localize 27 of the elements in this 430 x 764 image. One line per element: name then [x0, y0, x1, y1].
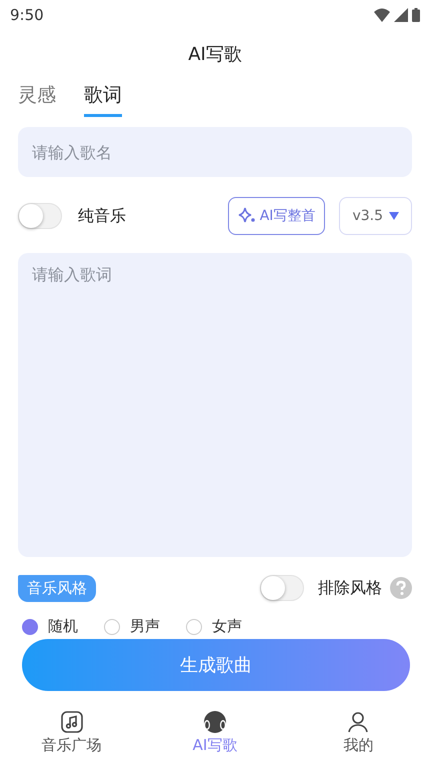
version-dropdown[interactable]: v3.5 [339, 197, 412, 235]
voice-radio[interactable]: 男声 [104, 617, 160, 636]
exclude-style-label: 排除风格 [318, 578, 382, 598]
music-style-tag: 音乐风格 [18, 574, 96, 602]
tab[interactable]: 灵感 [18, 80, 56, 117]
status-time: 9:50 [10, 6, 44, 24]
voice-radio[interactable]: 随机 [22, 617, 78, 636]
help-icon[interactable] [390, 577, 412, 599]
pure-music-label: 纯音乐 [78, 206, 126, 226]
sparkle-icon [238, 207, 256, 225]
toggle-switch[interactable] [260, 575, 304, 601]
person-icon [346, 710, 370, 734]
headphones-icon [202, 710, 228, 734]
nav-tab[interactable]: 我的 [298, 708, 418, 756]
song-name-field[interactable]: 请输入歌名 [18, 127, 412, 177]
lyrics-field[interactable]: 请输入歌词 [18, 253, 412, 557]
wifi-icon [374, 8, 390, 22]
caret-icon [389, 212, 399, 220]
music-note-icon [60, 710, 84, 734]
page-title: AI写歌 [188, 43, 242, 67]
nav-tab[interactable]: 音乐广场 [12, 708, 132, 756]
voice-radio[interactable]: 女声 [186, 617, 242, 636]
signal-icon [394, 8, 408, 22]
toggle-switch[interactable] [18, 203, 62, 229]
battery-icon [412, 8, 420, 22]
ai-write-button[interactable]: AI写整首 [228, 197, 326, 235]
tab[interactable]: 歌词 [84, 80, 122, 117]
